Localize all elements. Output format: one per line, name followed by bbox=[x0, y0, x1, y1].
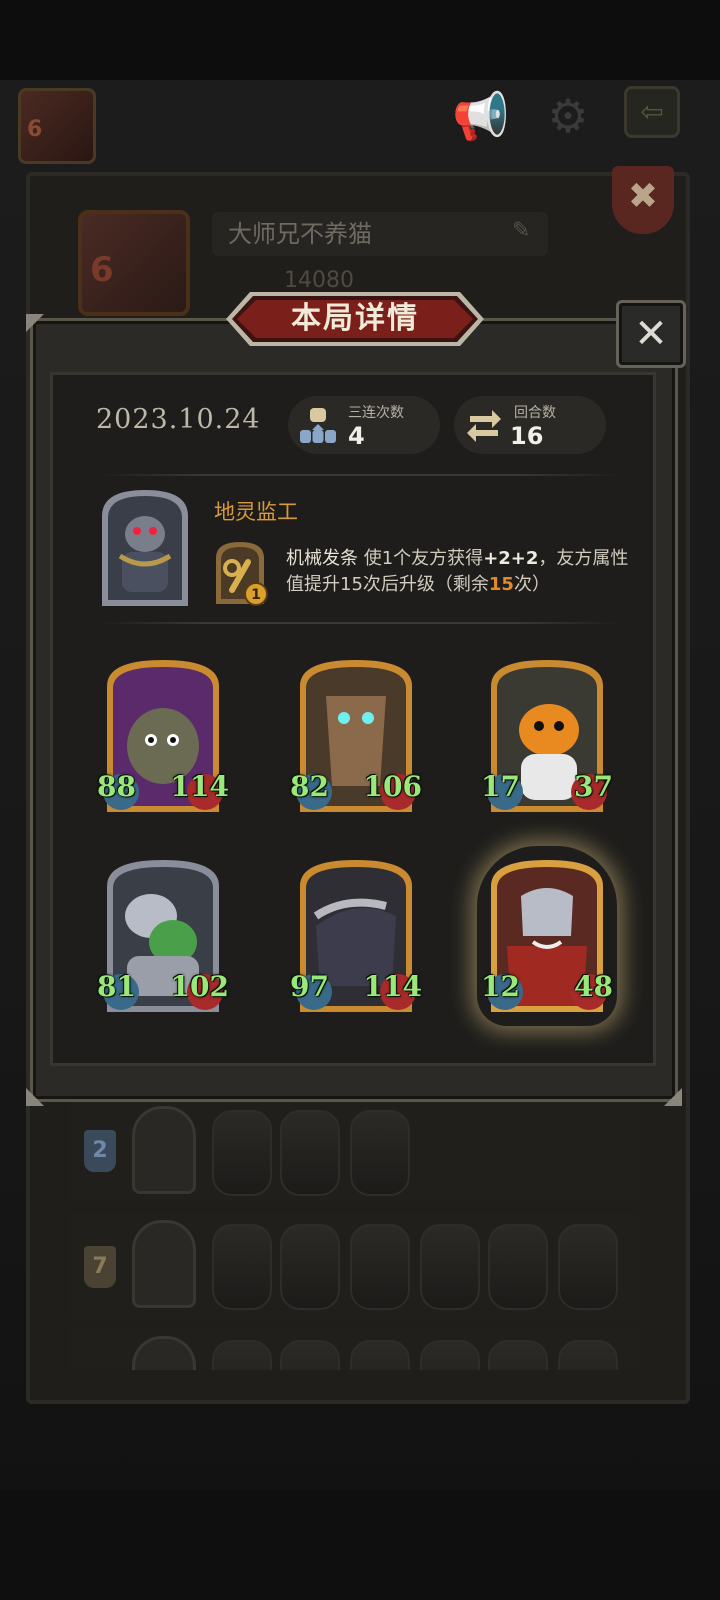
edit-pencil-icon[interactable]: ✎ bbox=[512, 218, 530, 243]
boss-skill-line-1: 机械发条 使1个友方获得+2+2，友方属性 bbox=[286, 546, 628, 572]
boss-skill-text: 使1个友方获得 bbox=[363, 548, 484, 569]
boss-item-icon[interactable]: 1 bbox=[212, 538, 268, 608]
card-attack: 12 bbox=[481, 970, 520, 1003]
history-card bbox=[212, 1224, 272, 1310]
history-card bbox=[350, 1110, 410, 1196]
unit-card[interactable]: 97 114 bbox=[290, 856, 422, 1016]
megaphone-icon[interactable]: 📢 bbox=[446, 88, 516, 144]
history-rank-badge: 7 bbox=[84, 1246, 116, 1288]
round-count-stat: 回合数 16 bbox=[454, 396, 606, 454]
card-health: 102 bbox=[170, 970, 229, 1003]
history-row[interactable]: 7 bbox=[68, 1212, 640, 1318]
section-divider bbox=[100, 622, 620, 624]
boss-item-badge: 1 bbox=[251, 587, 261, 603]
exit-arrow-icon: ⇦ bbox=[640, 95, 664, 128]
settings-gear-icon[interactable]: ⚙ bbox=[536, 88, 600, 144]
history-card bbox=[350, 1340, 410, 1370]
card-attack: 97 bbox=[290, 970, 329, 1003]
history-card bbox=[280, 1224, 340, 1310]
unit-card[interactable]: 88 114 bbox=[97, 656, 229, 816]
boss-name: 地灵监工 bbox=[214, 500, 298, 524]
profile-avatar-level: 6 bbox=[90, 250, 114, 290]
triple-count-label: 三连次数 bbox=[348, 405, 404, 421]
history-card bbox=[350, 1224, 410, 1310]
card-attack: 17 bbox=[481, 770, 520, 803]
profile-avatar: 6 bbox=[78, 210, 190, 316]
round-count-value: 16 bbox=[510, 422, 544, 450]
unit-card[interactable]: 17 37 bbox=[481, 656, 613, 816]
history-card bbox=[280, 1110, 340, 1196]
top-player-avatar[interactable]: 6 bbox=[18, 88, 96, 164]
history-card bbox=[420, 1340, 480, 1370]
history-card bbox=[488, 1224, 548, 1310]
card-health: 114 bbox=[363, 970, 422, 1003]
history-card bbox=[420, 1224, 480, 1310]
card-attack: 82 bbox=[290, 770, 329, 803]
boss-skill-line-2: 值提升15次后升级（剩余15次） bbox=[286, 572, 550, 598]
boss-skill-text: 值提升15次后升级（剩余 bbox=[286, 574, 489, 595]
triple-count-stat: 三连次数 4 bbox=[288, 396, 440, 454]
top-avatar-level: 6 bbox=[27, 117, 43, 142]
triple-merge-icon bbox=[300, 408, 336, 443]
history-card bbox=[558, 1224, 618, 1310]
card-attack: 81 bbox=[97, 970, 136, 1003]
status-bar-area bbox=[0, 0, 720, 80]
close-icon: ✖ bbox=[627, 176, 659, 217]
history-card bbox=[212, 1110, 272, 1196]
history-card bbox=[488, 1340, 548, 1370]
triple-count-value: 4 bbox=[348, 422, 365, 450]
profile-close-button[interactable]: ✖ bbox=[612, 166, 674, 234]
boss-skill-text: 次） bbox=[513, 574, 550, 595]
card-health: 48 bbox=[574, 970, 613, 1003]
history-row[interactable]: 2 bbox=[68, 1102, 640, 1202]
history-card bbox=[280, 1340, 340, 1370]
card-attack: 88 bbox=[97, 770, 136, 803]
unit-card[interactable]: 81 102 bbox=[97, 856, 229, 1016]
unit-card[interactable]: 82 106 bbox=[290, 656, 422, 816]
round-count-label: 回合数 bbox=[514, 405, 556, 421]
history-rank-badge: 2 bbox=[84, 1130, 116, 1172]
history-row[interactable] bbox=[68, 1328, 640, 1370]
close-icon: ✕ bbox=[634, 311, 668, 357]
history-card bbox=[558, 1340, 618, 1370]
match-date: 2023.10.24 bbox=[96, 404, 261, 435]
boss-skill-text: ，友方属性 bbox=[538, 548, 629, 569]
history-hero-portrait bbox=[132, 1336, 196, 1370]
rounds-cycle-icon bbox=[467, 410, 501, 442]
boss-skill-bonus: +2+2 bbox=[483, 548, 539, 569]
card-health: 106 bbox=[363, 770, 422, 803]
modal-close-button[interactable]: ✕ bbox=[616, 300, 686, 368]
history-card bbox=[212, 1340, 272, 1370]
boss-skill-remaining: 15 bbox=[488, 574, 514, 595]
history-hero-portrait bbox=[132, 1106, 196, 1194]
player-name: 大师兄不养猫 bbox=[228, 220, 372, 248]
card-health: 37 bbox=[574, 770, 613, 803]
unit-card[interactable]: 12 48 bbox=[481, 856, 613, 1016]
boss-skill-name: 机械发条 bbox=[286, 548, 358, 569]
card-health: 114 bbox=[170, 770, 229, 803]
modal-title: 本局详情 bbox=[291, 301, 419, 336]
background-floor bbox=[0, 1490, 720, 1600]
section-divider bbox=[100, 474, 620, 476]
history-hero-portrait bbox=[132, 1220, 196, 1308]
boss-portrait[interactable] bbox=[98, 486, 192, 610]
exit-button[interactable]: ⇦ bbox=[624, 86, 680, 138]
